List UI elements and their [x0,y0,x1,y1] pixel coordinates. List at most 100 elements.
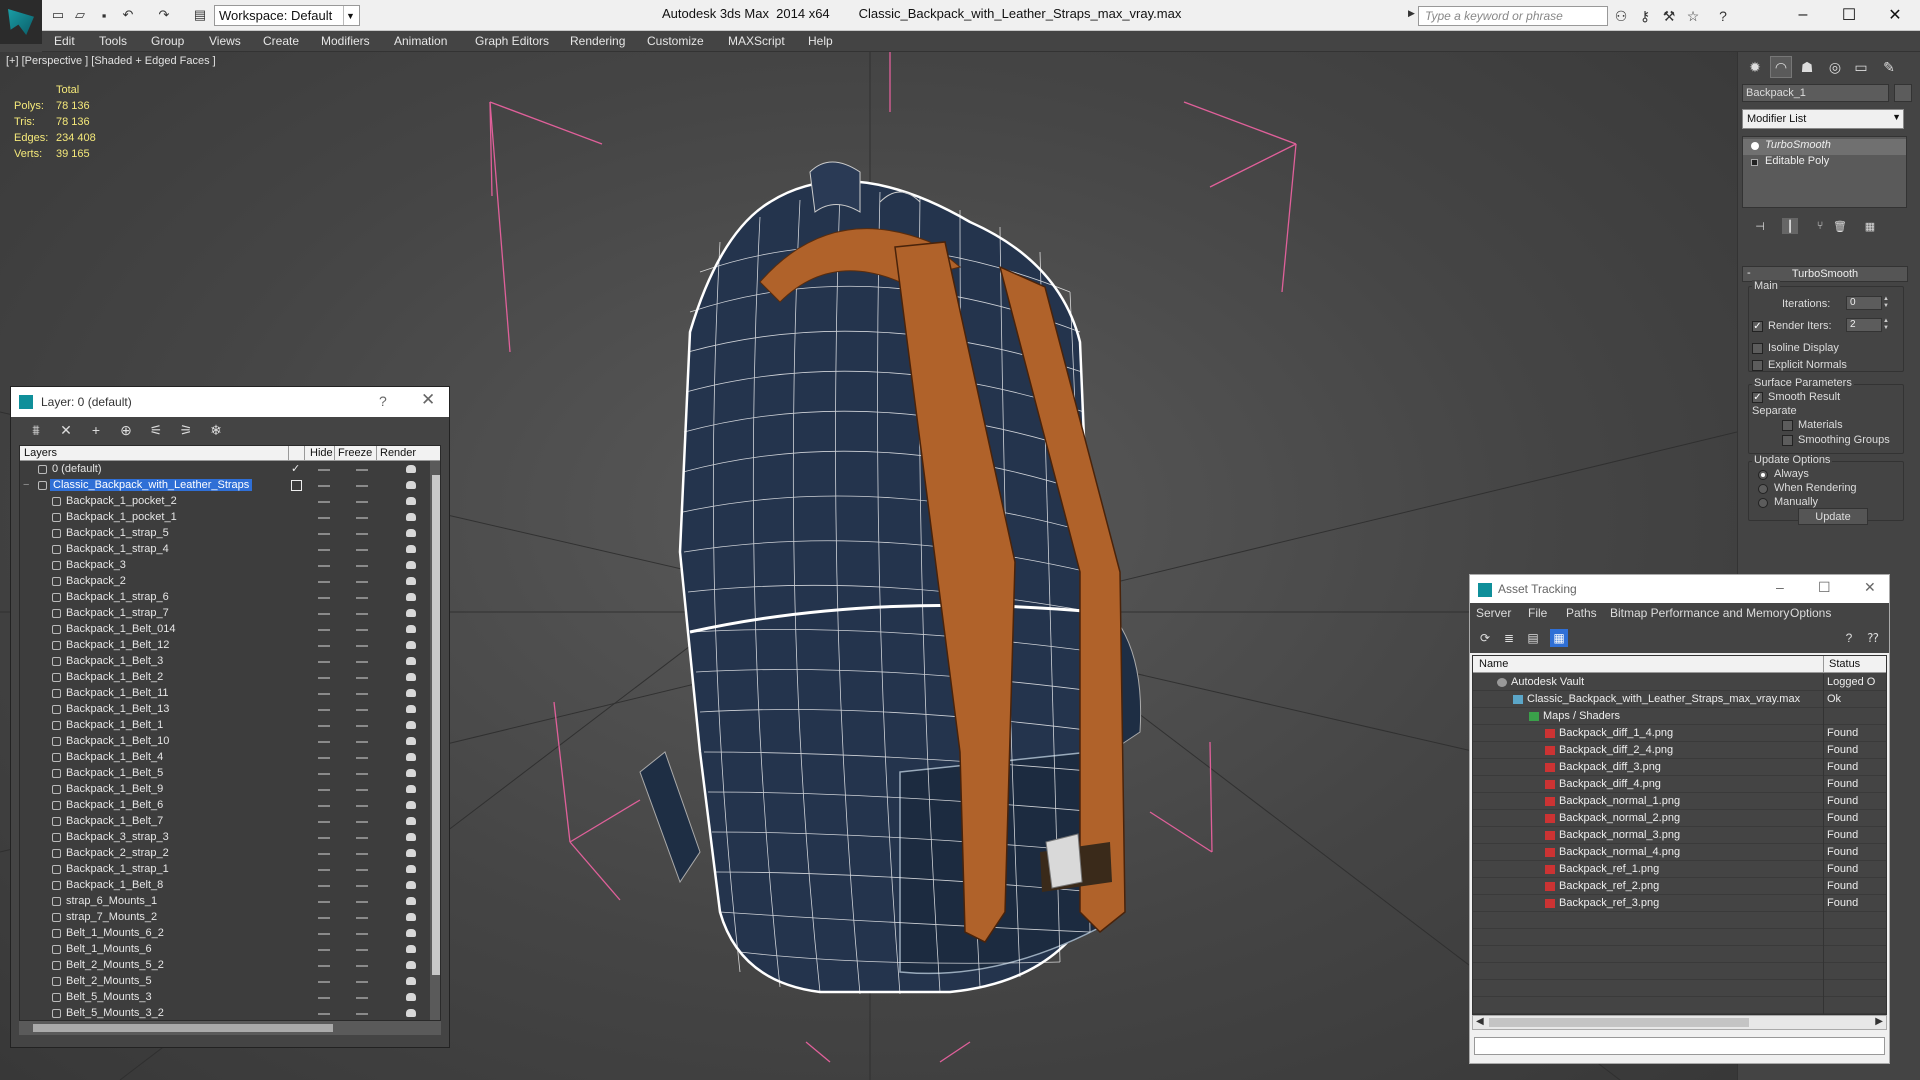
layer-object-row[interactable]: Backpack_3_strap_3 [20,830,432,846]
materials-checkbox[interactable] [1782,420,1793,431]
hide-toggle[interactable] [318,1013,330,1015]
layer-horizontal-scrollbar[interactable] [19,1021,441,1035]
asset-row[interactable]: Classic_Backpack_with_Leather_Straps_max… [1473,691,1886,708]
render-teapot-icon[interactable] [406,657,416,665]
column-layers[interactable]: Layers [24,447,57,459]
hide-toggle[interactable] [318,517,330,519]
update-button[interactable]: Update [1798,508,1868,525]
hide-toggle[interactable] [318,725,330,727]
show-end-result-icon[interactable]: ┃ [1782,218,1798,234]
layer-object-row[interactable]: Backpack_1_Belt_1 [20,718,432,734]
layer-object-row[interactable]: Backpack_1_Belt_5 [20,766,432,782]
menu-edit[interactable]: Edit [54,34,75,48]
hide-toggle[interactable] [318,709,330,711]
hide-toggle[interactable] [318,805,330,807]
render-teapot-icon[interactable] [406,961,416,969]
freeze-toggle[interactable] [356,933,368,935]
display-tab-icon[interactable]: ▭ [1850,56,1872,78]
asset-row[interactable]: Backpack_diff_4.png Found [1473,776,1886,793]
tools-icon[interactable]: ⚒ [1660,7,1678,25]
render-teapot-icon[interactable] [406,897,416,905]
hide-toggle[interactable] [318,853,330,855]
freeze-toggle[interactable] [356,533,368,535]
asset-row[interactable]: Backpack_normal_2.png Found [1473,810,1886,827]
table-view-icon[interactable]: ▦ [1550,629,1568,647]
layer-object-row[interactable]: Backpack_1_strap_7 [20,606,432,622]
render-teapot-icon[interactable] [406,529,416,537]
layer-dialog-titlebar[interactable]: Layer: 0 (default) ? ✕ [11,387,449,417]
layer-object-row[interactable]: Backpack_1_strap_4 [20,542,432,558]
close-button[interactable]: ✕ [421,390,435,410]
render-teapot-icon[interactable] [406,481,416,489]
render-teapot-icon[interactable] [406,945,416,953]
update-manually-radio[interactable] [1758,498,1768,508]
hide-toggle[interactable] [318,549,330,551]
layer-vertical-scrollbar[interactable] [430,461,440,1020]
asset-row[interactable]: Backpack_diff_3.png Found [1473,759,1886,776]
context-help-icon[interactable]: ⁇ [1864,629,1882,647]
hide-toggle[interactable] [318,501,330,503]
minimize-button[interactable]: – [1780,0,1826,30]
layer-object-row[interactable]: Backpack_2 [20,574,432,590]
render-teapot-icon[interactable] [406,689,416,697]
render-teapot-icon[interactable] [406,977,416,985]
menu-server[interactable]: Server [1476,606,1511,620]
layer-object-row[interactable]: Belt_2_Mounts_5 [20,974,432,990]
freeze-toggle[interactable] [356,917,368,919]
hide-toggle[interactable] [318,565,330,567]
layer-object-row[interactable]: Belt_1_Mounts_6_2 [20,926,432,942]
maximize-button[interactable]: ☐ [1818,579,1831,596]
layer-object-row[interactable]: strap_7_Mounts_2 [20,910,432,926]
freeze-toggle[interactable] [356,565,368,567]
help-icon[interactable]: ? [1714,7,1732,25]
freeze-toggle[interactable] [356,549,368,551]
freeze-toggle[interactable] [356,501,368,503]
layer-object-row[interactable]: Backpack_2_strap_2 [20,846,432,862]
menu-animation[interactable]: Animation [394,34,447,48]
maximize-button[interactable]: ☐ [1826,0,1872,30]
menu-graph-editors[interactable]: Graph Editors [475,34,549,48]
expand-icon[interactable] [1751,159,1758,166]
star-icon[interactable]: ☆ [1684,7,1702,25]
freeze-toggle[interactable] [356,853,368,855]
asset-row[interactable]: Backpack_ref_1.png Found [1473,861,1886,878]
render-teapot-icon[interactable] [406,641,416,649]
undo-icon[interactable]: ↶ [120,7,136,23]
freeze-toggle[interactable] [356,805,368,807]
current-layer-box[interactable] [291,480,302,491]
asset-row[interactable]: Backpack_normal_1.png Found [1473,793,1886,810]
layer-object-row[interactable]: Backpack_1_Belt_7 [20,814,432,830]
create-tab-icon[interactable]: ✹ [1744,56,1766,78]
render-teapot-icon[interactable] [406,561,416,569]
layer-object-row[interactable]: Backpack_1_Belt_4 [20,750,432,766]
highlight-layer-icon[interactable]: ⚟ [147,421,165,439]
redo-icon[interactable]: ↷ [156,7,172,23]
menu-group[interactable]: Group [151,34,184,48]
hide-toggle[interactable] [318,821,330,823]
add-selection-icon[interactable]: + [87,421,105,439]
freeze-toggle[interactable] [356,645,368,647]
smoothing-groups-checkbox[interactable] [1782,435,1793,446]
layer-object-row[interactable]: Backpack_1_pocket_2 [20,494,432,510]
hide-toggle[interactable] [318,629,330,631]
hide-toggle[interactable] [318,917,330,919]
key-icon[interactable]: ⚷ [1636,7,1654,25]
layer-object-row[interactable]: Backpack_1_Belt_8 [20,878,432,894]
new-layer-icon[interactable]: ⩩ [27,421,45,439]
layer-object-row[interactable]: Backpack_3 [20,558,432,574]
column-name[interactable]: Name [1479,658,1508,670]
freeze-toggle[interactable] [356,885,368,887]
viewport-label[interactable]: [+] [Perspective ] [Shaded + Edged Faces… [6,55,216,67]
freeze-toggle[interactable] [356,997,368,999]
layer-object-row[interactable]: Backpack_1_Belt_12 [20,638,432,654]
modifier-list-dropdown[interactable]: Modifier List ▼ [1742,109,1904,129]
hide-toggle[interactable] [318,837,330,839]
menu-maxscript[interactable]: MAXScript [728,34,785,48]
render-teapot-icon[interactable] [406,625,416,633]
delete-layer-icon[interactable]: ✕ [57,421,75,439]
workspace-dropdown[interactable]: Workspace: Default ▼ [214,5,360,26]
layer-object-row[interactable]: Backpack_1_Belt_9 [20,782,432,798]
layer-object-row[interactable]: Backpack_1_Belt_10 [20,734,432,750]
scroll-left-icon[interactable]: ◀ [1476,1016,1484,1027]
open-file-icon[interactable]: ▱ [72,7,88,23]
